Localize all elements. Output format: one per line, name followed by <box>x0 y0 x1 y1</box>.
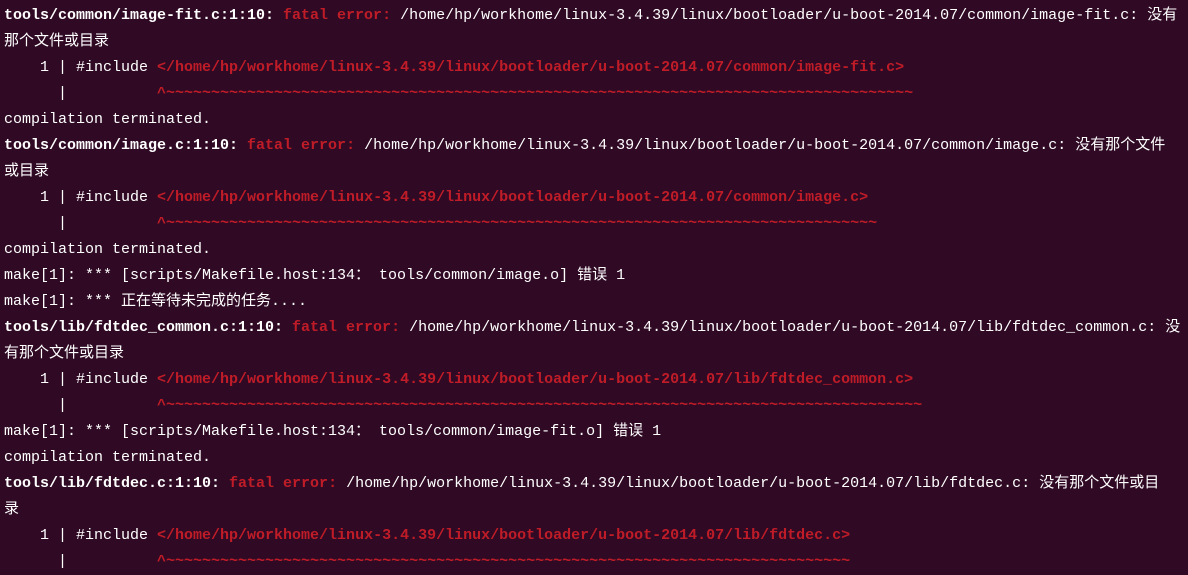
output-text: make[1]: *** 正在等待未完成的任务.... <box>4 293 308 310</box>
error-text: ^~~~~~~~~~~~~~~~~~~~~~~~~~~~~~~~~~~~~~~~… <box>157 553 851 570</box>
output-text: | <box>4 85 158 102</box>
terminal-line: 那个文件或目录 <box>4 29 1188 55</box>
file-location: tools/common/image-fit.c:1:10: <box>4 7 284 24</box>
terminal-line: make[1]: *** [scripts/Makefile.host:134：… <box>4 263 1188 289</box>
terminal-line: tools/lib/fdtdec.c:1:10: fatal error: /h… <box>4 471 1188 497</box>
terminal-line: | ^~~~~~~~~~~~~~~~~~~~~~~~~~~~~~~~~~~~~~… <box>4 81 1188 107</box>
terminal-line: compilation terminated. <box>4 445 1188 471</box>
terminal-line: | ^~~~~~~~~~~~~~~~~~~~~~~~~~~~~~~~~~~~~~… <box>4 393 1188 419</box>
output-text: /home/hp/workhome/linux-3.4.39/linux/boo… <box>400 7 1178 24</box>
output-text: 录 <box>4 501 20 518</box>
error-text: </home/hp/workhome/linux-3.4.39/linux/bo… <box>157 371 914 388</box>
output-text: 有那个文件或目录 <box>4 345 125 362</box>
error-text: fatal error: <box>247 137 365 154</box>
terminal-line: 或目录 <box>4 159 1188 185</box>
error-text: fatal error: <box>229 475 347 492</box>
terminal-line: 录 <box>4 497 1188 523</box>
terminal-output[interactable]: tools/common/image-fit.c:1:10: fatal err… <box>0 0 1188 575</box>
terminal-line: | ^~~~~~~~~~~~~~~~~~~~~~~~~~~~~~~~~~~~~~… <box>4 211 1188 237</box>
terminal-line: make[1]: *** [scripts/Makefile.host:134：… <box>4 419 1188 445</box>
error-text: </home/hp/workhome/linux-3.4.39/linux/bo… <box>157 189 869 206</box>
terminal-line: tools/lib/fdtdec_common.c:1:10: fatal er… <box>4 315 1188 341</box>
terminal-line: 1 | #include </home/hp/workhome/linux-3.… <box>4 367 1188 393</box>
file-location: tools/common/image.c:1:10: <box>4 137 248 154</box>
output-text: | <box>4 215 158 232</box>
output-text: /home/hp/workhome/linux-3.4.39/linux/boo… <box>364 137 1166 154</box>
terminal-line: 1 | #include </home/hp/workhome/linux-3.… <box>4 55 1188 81</box>
output-text: /home/hp/workhome/linux-3.4.39/linux/boo… <box>346 475 1160 492</box>
terminal-line: tools/common/image.c:1:10: fatal error: … <box>4 133 1188 159</box>
output-text: 1 | #include <box>4 527 158 544</box>
output-text: 1 | #include <box>4 59 158 76</box>
file-location: tools/lib/fdtdec.c:1:10: <box>4 475 230 492</box>
error-text: </home/hp/workhome/linux-3.4.39/linux/bo… <box>157 527 851 544</box>
output-text: 那个文件或目录 <box>4 33 110 50</box>
terminal-line: compilation terminated. <box>4 107 1188 133</box>
output-text: | <box>4 397 158 414</box>
output-text: | <box>4 553 158 570</box>
terminal-line: compilation terminated. <box>4 237 1188 263</box>
terminal-line: tools/common/image-fit.c:1:10: fatal err… <box>4 3 1188 29</box>
terminal-line: make[1]: *** 正在等待未完成的任务.... <box>4 289 1188 315</box>
terminal-line: | ^~~~~~~~~~~~~~~~~~~~~~~~~~~~~~~~~~~~~~… <box>4 549 1188 575</box>
terminal-line: 有那个文件或目录 <box>4 341 1188 367</box>
error-text: fatal error: <box>292 319 410 336</box>
error-text: ^~~~~~~~~~~~~~~~~~~~~~~~~~~~~~~~~~~~~~~~… <box>157 397 923 414</box>
error-text: fatal error: <box>283 7 401 24</box>
output-text: make[1]: *** [scripts/Makefile.host:134：… <box>4 267 626 284</box>
file-location: tools/lib/fdtdec_common.c:1:10: <box>4 319 293 336</box>
output-text: 或目录 <box>4 163 50 180</box>
terminal-line: 1 | #include </home/hp/workhome/linux-3.… <box>4 523 1188 549</box>
error-text: ^~~~~~~~~~~~~~~~~~~~~~~~~~~~~~~~~~~~~~~~… <box>157 85 914 102</box>
error-text: </home/hp/workhome/linux-3.4.39/linux/bo… <box>157 59 905 76</box>
output-text: /home/hp/workhome/linux-3.4.39/linux/boo… <box>409 319 1181 336</box>
terminal-line: 1 | #include </home/hp/workhome/linux-3.… <box>4 185 1188 211</box>
output-text: compilation terminated. <box>4 449 212 466</box>
output-text: compilation terminated. <box>4 111 212 128</box>
output-text: 1 | #include <box>4 371 158 388</box>
error-text: ^~~~~~~~~~~~~~~~~~~~~~~~~~~~~~~~~~~~~~~~… <box>157 215 878 232</box>
output-text: compilation terminated. <box>4 241 212 258</box>
output-text: 1 | #include <box>4 189 158 206</box>
output-text: make[1]: *** [scripts/Makefile.host:134：… <box>4 423 662 440</box>
